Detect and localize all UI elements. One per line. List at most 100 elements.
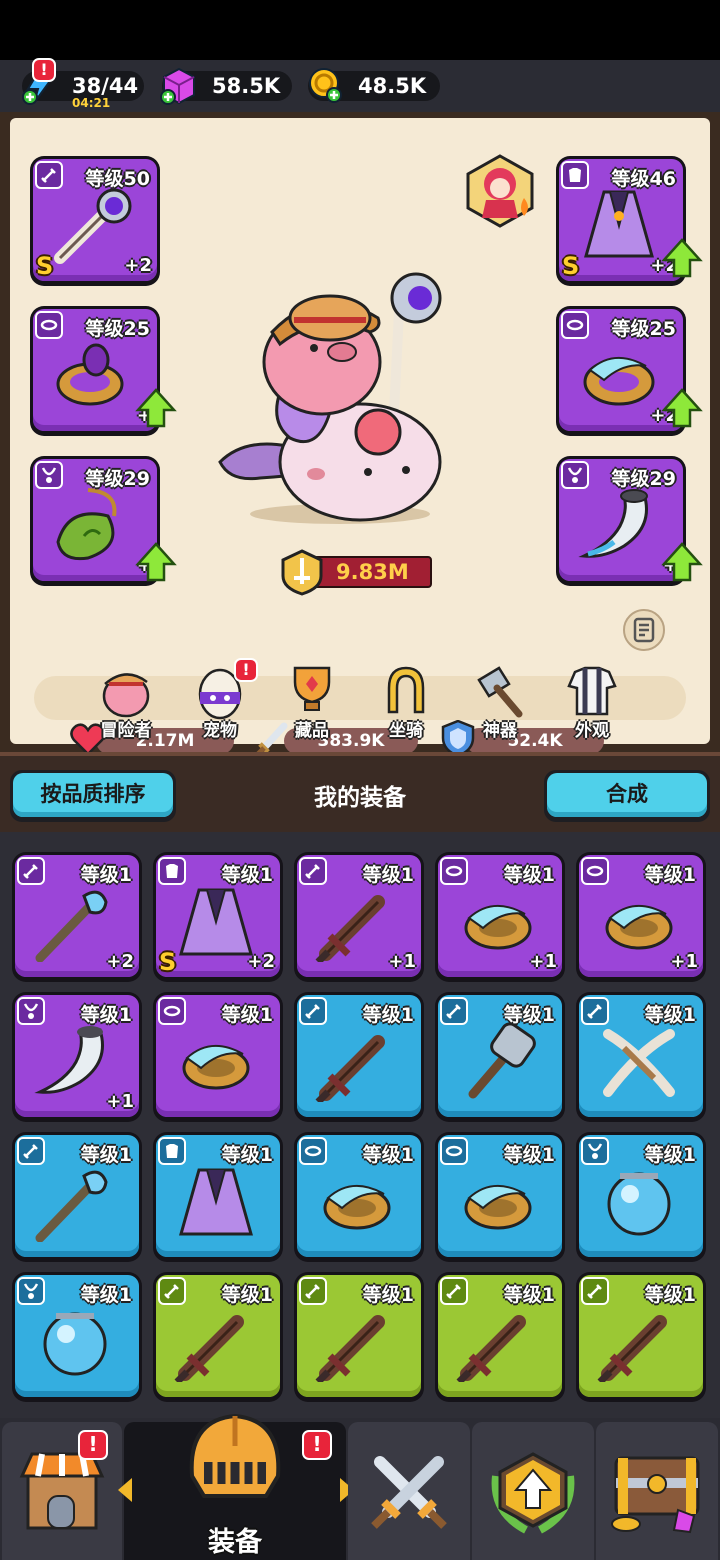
weapon-plus: +2	[124, 255, 152, 276]
tab-adventurer-label: 冒险者	[100, 721, 152, 741]
item-plus: +1	[529, 951, 557, 972]
sword-type-icon	[299, 1277, 327, 1305]
nav-upgrade[interactable]	[472, 1422, 594, 1560]
pet-alert-badge: !	[234, 658, 258, 682]
gem-cube-icon	[160, 67, 195, 105]
orb-icon	[43, 1312, 107, 1376]
armor-icon	[179, 1168, 253, 1236]
nav-battle[interactable]	[348, 1422, 470, 1560]
ring-icon	[464, 904, 532, 950]
cloak-icon	[584, 190, 654, 258]
hero-character	[218, 272, 442, 524]
inventory-item-sword[interactable]: 等级1	[294, 1272, 424, 1402]
item-level: 等级1	[644, 1144, 696, 1166]
equip-alert-badge: !	[302, 1430, 332, 1460]
staff-type-icon	[17, 857, 45, 885]
outfit-icon	[567, 666, 617, 716]
bow-type-icon	[581, 997, 609, 1025]
inventory-item-sword[interactable]: 等级1	[294, 992, 424, 1122]
ring-left-level: 等级25	[85, 318, 150, 340]
power-value: 9.83M	[336, 560, 409, 584]
sword-type-icon	[581, 1277, 609, 1305]
trophy-icon	[293, 666, 331, 711]
sword-type-icon	[35, 161, 63, 189]
armor-level: 等级46	[611, 168, 676, 190]
staff-type-icon	[17, 1137, 45, 1165]
merge-button[interactable]: 合成	[544, 770, 710, 822]
item-level: 等级1	[362, 1144, 414, 1166]
energy-alert-badge: !	[32, 58, 56, 82]
ring-type-icon	[440, 857, 468, 885]
gem-counter[interactable]: 58.5K	[160, 67, 292, 105]
sword-icon	[315, 1315, 385, 1382]
tab-collection-label: 藏品	[295, 721, 329, 741]
orb-type-icon	[581, 1137, 609, 1165]
necklace-right-level: 等级29	[611, 468, 676, 490]
inventory-item-ring[interactable]: 等级1 +1	[435, 852, 565, 982]
tab-mount[interactable]: 坐骑	[366, 662, 446, 742]
nav-equipment-label: 装备	[208, 1527, 262, 1558]
inventory-item-ring[interactable]: 等级1 +1	[576, 852, 706, 982]
item-level: 等级1	[80, 864, 132, 886]
sword-type-icon	[158, 1277, 186, 1305]
item-plus: +2	[247, 951, 275, 972]
orb-icon	[607, 1172, 671, 1236]
equipped-weapon-slot[interactable]: 等级50 +2 S	[30, 156, 160, 286]
armor-icon	[179, 888, 253, 956]
tab-collection[interactable]: 藏品	[272, 662, 352, 742]
tab-adventurer[interactable]: 冒险者	[86, 662, 166, 742]
inventory-item-armor[interactable]: 等级1	[153, 1132, 283, 1262]
weapon-level: 等级50	[85, 168, 150, 190]
horn-icon	[34, 1026, 104, 1094]
nav-treasure[interactable]	[596, 1422, 718, 1560]
necklace-type-icon	[35, 461, 63, 489]
inventory-item-sword[interactable]: 等级1	[153, 1272, 283, 1402]
inventory-item-hammer[interactable]: 等级1	[435, 992, 565, 1122]
armor-rank: S	[562, 252, 580, 280]
inventory-item-sword[interactable]: 等级1	[576, 1272, 706, 1402]
inventory-item-sword[interactable]: 等级1 +1	[294, 852, 424, 982]
inventory-item-armor[interactable]: 等级1 +2 S	[153, 852, 283, 982]
tab-pet-label: 宠物	[203, 721, 237, 741]
jade-amulet-icon	[56, 488, 117, 561]
inventory-item-ring[interactable]: 等级1	[435, 1132, 565, 1262]
item-plus: +1	[388, 951, 416, 972]
equipment-header: 按品质排序 我的装备 合成	[0, 752, 720, 832]
inventory-item-ring[interactable]: 等级1	[153, 992, 283, 1122]
item-level: 等级1	[644, 1004, 696, 1026]
hammer-icon	[477, 666, 523, 718]
horseshoe-icon	[387, 666, 425, 714]
stats-detail-icon[interactable]	[622, 608, 666, 652]
item-level: 等级1	[80, 1144, 132, 1166]
sort-by-quality-button[interactable]: 按品质排序	[10, 770, 176, 822]
ring-right-level: 等级25	[611, 318, 676, 340]
item-level: 等级1	[221, 1144, 273, 1166]
item-level: 等级1	[503, 864, 555, 886]
inventory-item-staff[interactable]: 等级1 +2	[12, 852, 142, 982]
item-level: 等级1	[503, 1284, 555, 1306]
bow-icon	[603, 1029, 675, 1097]
item-level: 等级1	[80, 1004, 132, 1026]
inventory-item-orb[interactable]: 等级1	[12, 1272, 142, 1402]
ring-type-icon	[35, 311, 63, 339]
combat-power-icon	[281, 549, 323, 596]
tab-mount-label: 坐骑	[389, 721, 423, 741]
item-level: 等级1	[362, 1004, 414, 1026]
item-level: 等级1	[503, 1144, 555, 1166]
item-level: 等级1	[221, 864, 273, 886]
hammer-type-icon	[440, 997, 468, 1025]
armor-type-icon	[158, 1137, 186, 1165]
wave-ring-icon	[583, 356, 655, 406]
inventory-item-ring[interactable]: 等级1	[294, 1132, 424, 1262]
resource-bar: 38/44 ! 04:21 58.5K 48.5K	[0, 58, 720, 112]
inventory-item-orb[interactable]: 等级1	[576, 1132, 706, 1262]
inventory-item-sword[interactable]: 等级1	[435, 1272, 565, 1402]
item-level: 等级1	[221, 1284, 273, 1306]
tab-appearance[interactable]: 外观	[552, 662, 632, 742]
companion-avatar[interactable]	[462, 152, 538, 230]
tab-artifact[interactable]: 神器	[460, 662, 540, 742]
coin-counter[interactable]: 48.5K	[308, 68, 440, 103]
inventory-item-horn[interactable]: 等级1 +1	[12, 992, 142, 1122]
inventory-item-bow[interactable]: 等级1	[576, 992, 706, 1122]
inventory-item-staff[interactable]: 等级1	[12, 1132, 142, 1262]
